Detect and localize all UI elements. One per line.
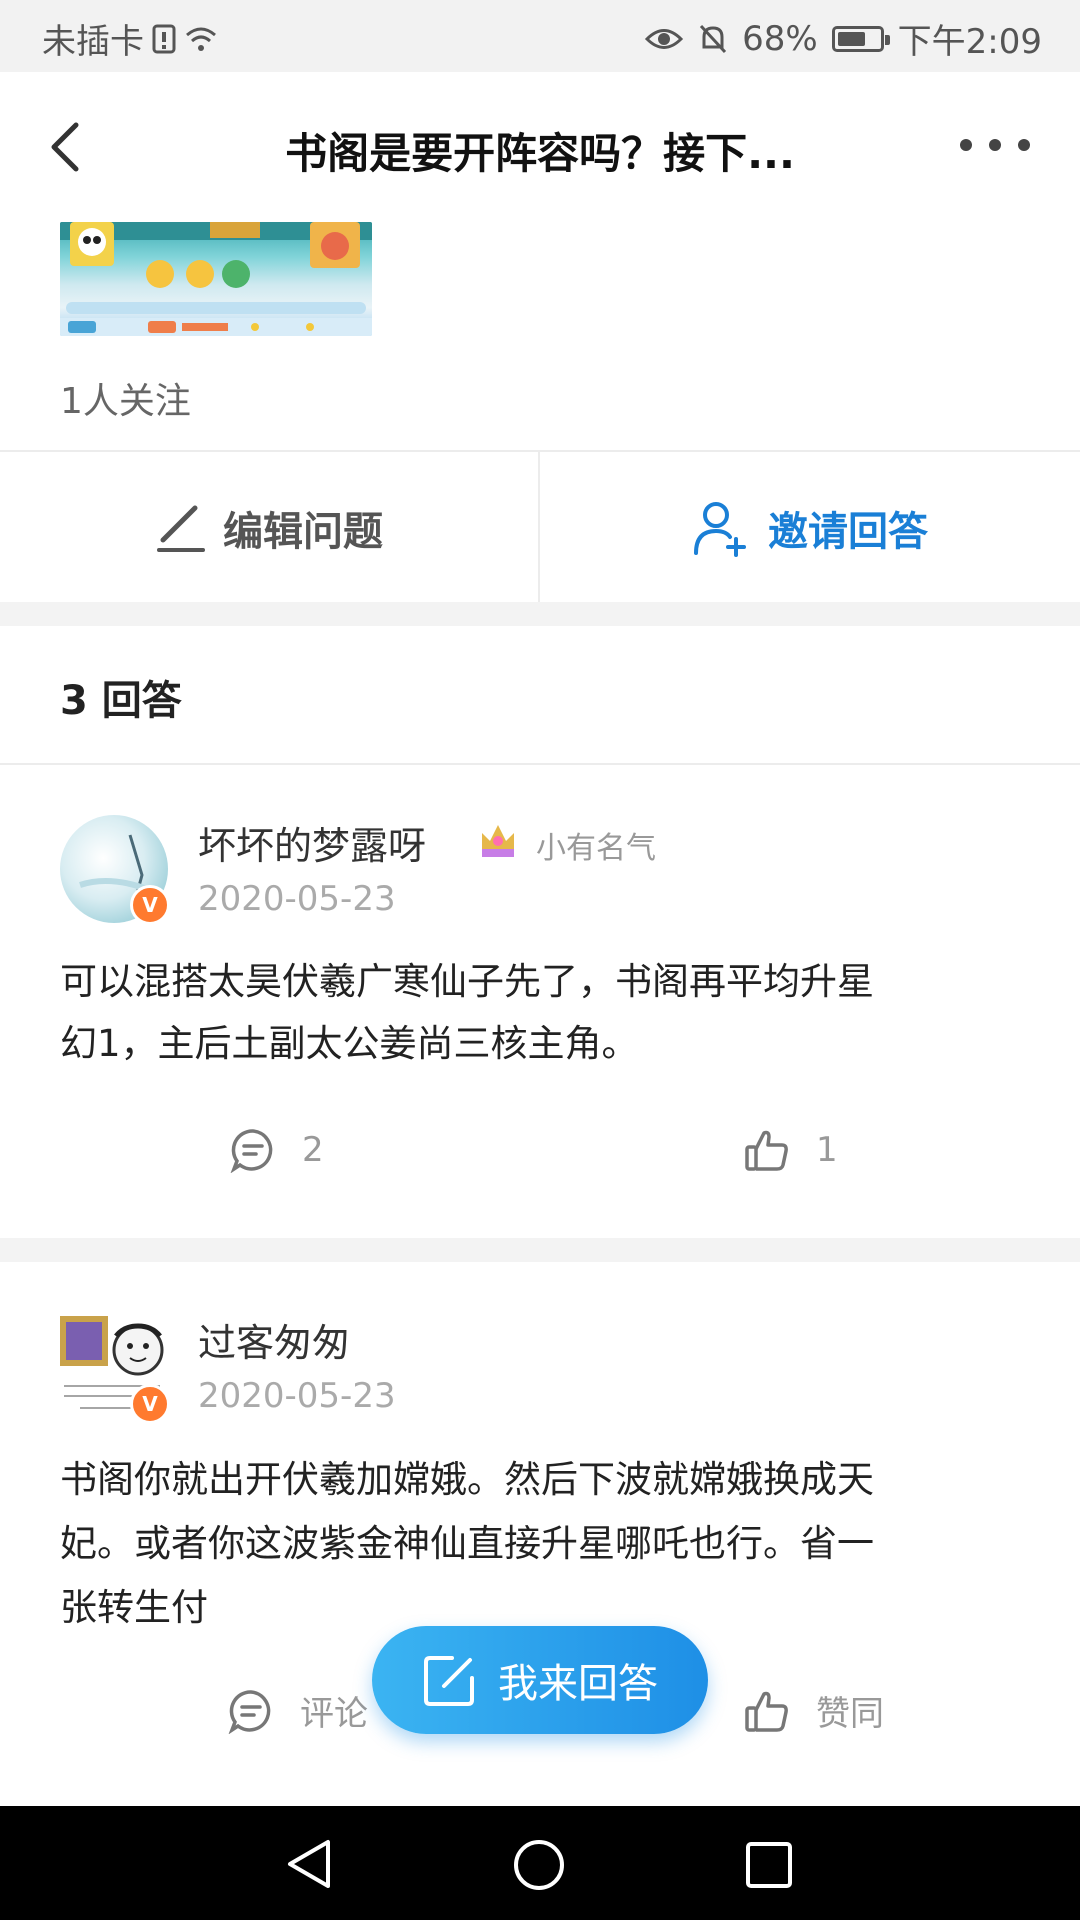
- followers-count: 1人关注: [60, 381, 191, 422]
- answer-date: 2020-05-23: [198, 1376, 396, 1416]
- nav-home-icon[interactable]: [512, 1838, 566, 1892]
- back-button[interactable]: [40, 117, 100, 177]
- status-left: 未插卡: [42, 14, 218, 63]
- section-gap: [0, 602, 1080, 626]
- answer-username[interactable]: 坏坏的梦露呀: [198, 815, 426, 870]
- write-answer-label: 我来回答: [498, 1661, 658, 1707]
- sim-alert-icon: [152, 24, 176, 53]
- more-options-button[interactable]: [960, 130, 1030, 160]
- answer-text-line: 妃。或者你这波紫金神仙直接升星哪吒也行。省一: [60, 1522, 874, 1565]
- user-rank-label: 小有名气: [536, 831, 656, 866]
- invite-answer-label: 邀请回答: [768, 509, 928, 555]
- answers-count: 3: [60, 678, 88, 724]
- verified-badge-icon: V: [130, 1384, 170, 1424]
- game-screenshot-graphic: [60, 222, 372, 336]
- thumbs-up-icon: [745, 1691, 788, 1732]
- wifi-icon: [186, 27, 216, 51]
- comment-icon: [228, 1689, 271, 1734]
- like-label: 赞同: [816, 1694, 884, 1734]
- nav-back-icon[interactable]: [282, 1836, 336, 1892]
- top-app-bar: 书阁是要开阵容吗？接下...: [0, 72, 1080, 222]
- more-dot-icon: [989, 139, 1001, 151]
- clock: 下午2:09: [897, 22, 1042, 62]
- battery-percent: 68%: [742, 18, 818, 59]
- section-gap: [0, 1238, 1080, 1262]
- eye-icon: [644, 28, 684, 49]
- status-right: 68% 下午2:09: [644, 14, 1042, 63]
- like-button[interactable]: 1: [744, 1127, 838, 1173]
- answers-heading: 3 回答: [60, 668, 182, 726]
- invite-user-icon: [694, 502, 746, 557]
- like-button[interactable]: 赞同: [744, 1686, 884, 1735]
- like-count: 1: [816, 1130, 838, 1170]
- answer-text-line: 可以混搭太昊伏羲广寒仙子先了，书阁再平均升星: [60, 960, 874, 1003]
- edit-square-icon: [424, 1656, 474, 1706]
- question-image[interactable]: [60, 222, 372, 336]
- nav-recents-icon[interactable]: [744, 1840, 794, 1890]
- status-bar: 未插卡 68% 下午2:09: [0, 0, 1080, 72]
- question-actions: 编辑问题 邀请回答: [0, 450, 1080, 604]
- thumbs-up-icon: [745, 1130, 788, 1171]
- answer-card: V 坏坏的梦露呀 小有名气 2020-05-23 可以混搭太昊伏羲广寒仙子先了，…: [0, 765, 1080, 1237]
- bell-muted-icon: [699, 24, 727, 53]
- comment-icon: [230, 1129, 273, 1173]
- more-dot-icon: [960, 139, 972, 151]
- rank-crown-icon: [482, 825, 514, 857]
- edit-question-label: 编辑问题: [223, 509, 383, 555]
- more-dot-icon: [1018, 139, 1030, 151]
- pencil-icon: [157, 505, 205, 552]
- edit-question-button[interactable]: 编辑问题: [0, 452, 538, 604]
- answer-date: 2020-05-23: [198, 879, 396, 919]
- answer-text-line: 幻1，主后土副太公姜尚三核主角。: [60, 1022, 639, 1065]
- answer-body[interactable]: 可以混搭太昊伏羲广寒仙子先了，书阁再平均升星 幻1，主后土副太公姜尚三核主角。: [60, 951, 1020, 1075]
- comment-button[interactable]: 2: [230, 1127, 324, 1173]
- comment-count: 2: [302, 1130, 324, 1170]
- comment-button[interactable]: 评论: [228, 1686, 368, 1735]
- answer-username[interactable]: 过客匆匆: [198, 1312, 350, 1367]
- answers-label: 回答: [101, 678, 182, 724]
- answer-text-line: 书阁你就出开伏羲加嫦娥。然后下波就嫦娥换成天: [60, 1458, 874, 1501]
- carrier-text: 未插卡: [42, 22, 144, 62]
- write-answer-button[interactable]: 我来回答: [372, 1626, 708, 1734]
- invite-answer-button[interactable]: 邀请回答: [540, 452, 1080, 604]
- battery-fill: [837, 31, 865, 46]
- comment-label: 评论: [300, 1694, 368, 1734]
- battery-icon: [831, 25, 890, 52]
- system-nav-bar: [0, 1806, 1080, 1920]
- back-arrow-icon: [51, 122, 79, 172]
- verified-badge-icon: V: [130, 885, 170, 925]
- answer-body[interactable]: 书阁你就出开伏羲加嫦娥。然后下波就嫦娥换成天 妃。或者你这波紫金神仙直接升星哪吒…: [60, 1448, 1020, 1640]
- page-title: 书阁是要开阵容吗？接下...: [285, 129, 795, 178]
